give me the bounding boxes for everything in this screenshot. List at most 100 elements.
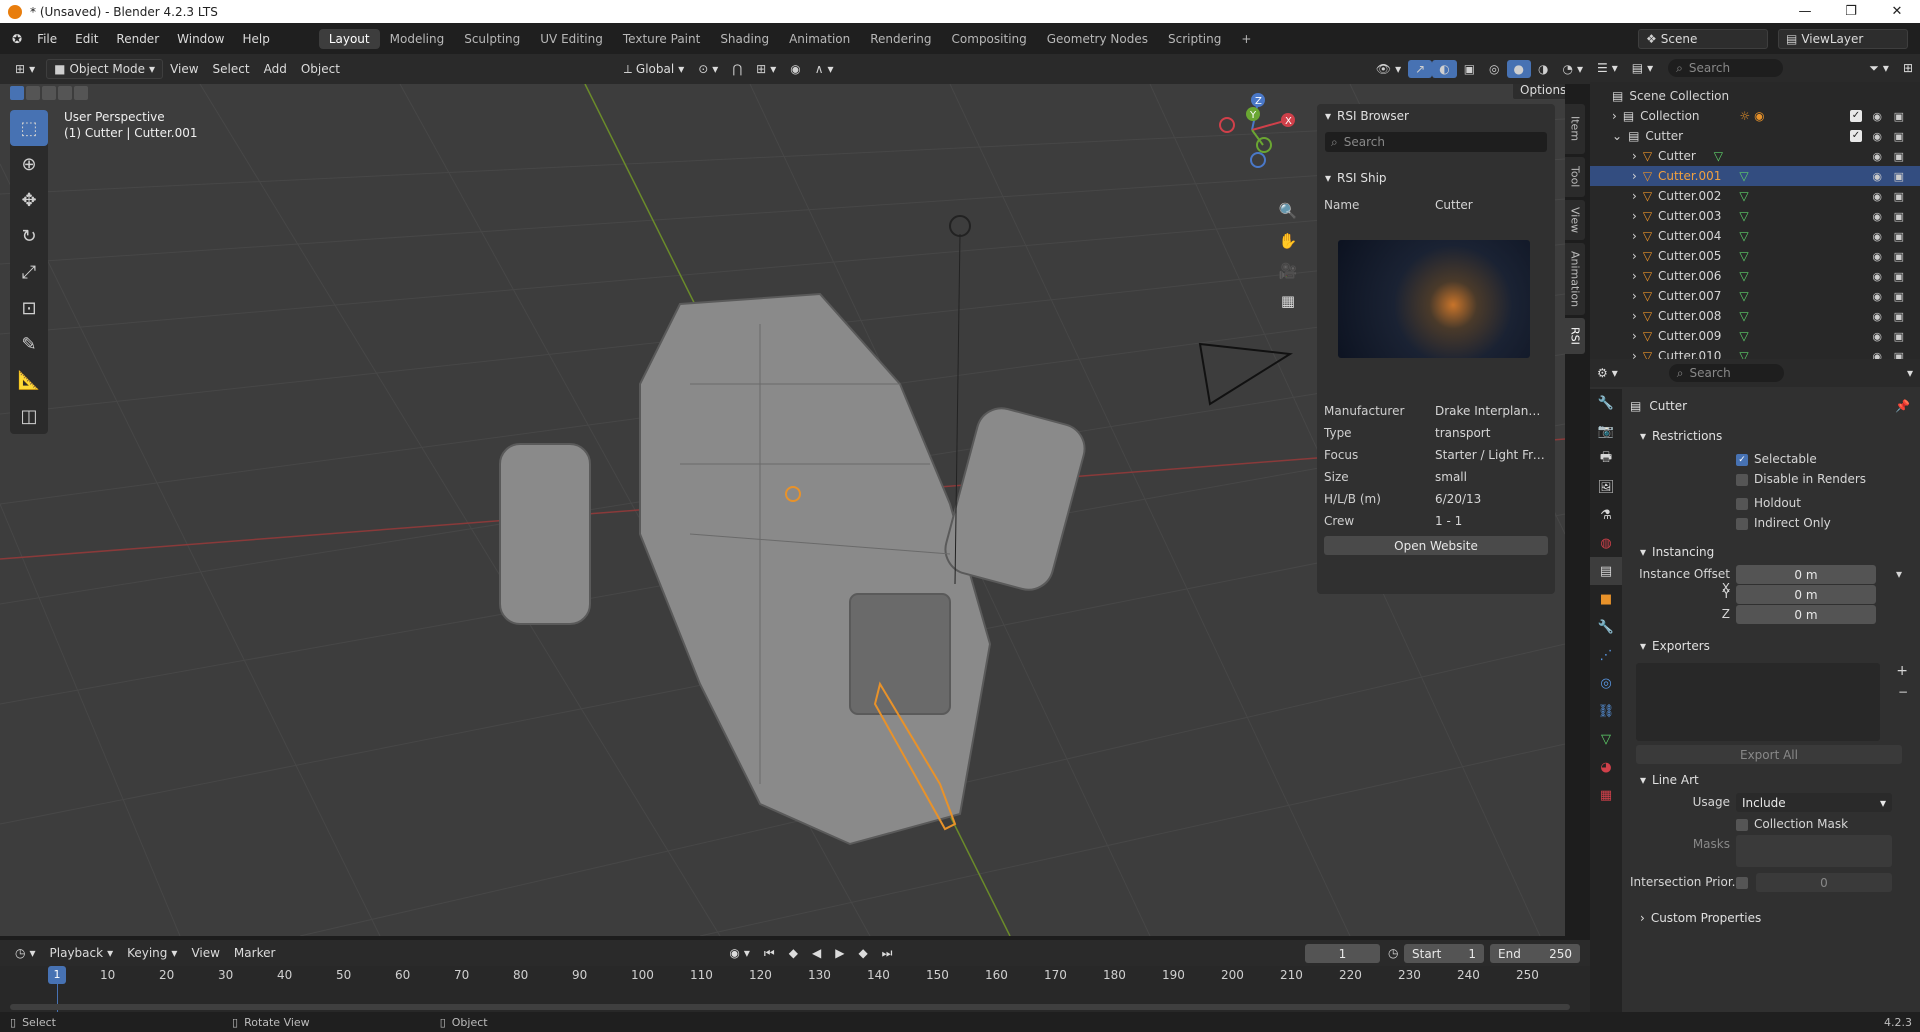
scene-tab-icon[interactable]: ⚗ <box>1590 501 1622 529</box>
restrictions-panel-header[interactable]: ▾ Restrictions <box>1630 423 1920 449</box>
open-website-button[interactable]: Open Website <box>1324 536 1548 555</box>
outliner-editor-type[interactable]: ☰ ▾ <box>1590 59 1625 77</box>
proportional-edit-toggle[interactable]: ◉ <box>783 60 807 78</box>
preview-range-icon[interactable]: ◷ <box>1388 946 1398 960</box>
eye-icon[interactable]: ◉ <box>1872 270 1882 283</box>
gizmo-toggle[interactable]: ↗ <box>1408 60 1433 78</box>
select-subtract-icon[interactable] <box>42 86 56 100</box>
menu-edit[interactable]: Edit <box>66 32 107 46</box>
tab-scripting[interactable]: Scripting <box>1158 29 1231 49</box>
mesh-data-tab-icon[interactable]: ▽ <box>1590 725 1622 753</box>
next-keyframe-button[interactable]: ◆ <box>851 944 874 962</box>
blender-menu-icon[interactable]: ✪ <box>12 32 22 46</box>
particles-icon[interactable]: ⋰ <box>1590 641 1622 669</box>
expand-arrow-icon[interactable]: › <box>1612 109 1617 123</box>
add-workspace-button[interactable]: + <box>1231 29 1261 49</box>
properties-search-input[interactable]: ⌕ Search <box>1668 364 1784 382</box>
exporters-list[interactable] <box>1636 663 1880 741</box>
timeline-editor-type[interactable]: ◷ ▾ <box>8 944 43 962</box>
select-menu[interactable]: Select <box>206 60 257 78</box>
select-box-tool-icon[interactable]: ⬚ <box>10 110 48 146</box>
orientation-selector[interactable]: ⟂ Global ▾ <box>617 60 691 79</box>
camera-view-icon[interactable]: 🎥 <box>1275 256 1301 286</box>
rotate-tool-icon[interactable]: ↻ <box>10 218 48 254</box>
rsi-search-input[interactable]: ⌕ Search <box>1325 132 1547 152</box>
tab-view[interactable]: View <box>1565 200 1585 240</box>
camera-icon[interactable]: ▣ <box>1894 250 1904 263</box>
transform-tool-icon[interactable]: ⊡ <box>10 290 48 326</box>
remove-exporter-button[interactable]: − <box>1898 685 1908 699</box>
cutter-collection-row[interactable]: ⌄ ▤ Cutter ✓ ◉ ▣ <box>1590 126 1920 146</box>
menu-file[interactable]: File <box>28 32 66 46</box>
expand-arrow-icon[interactable]: › <box>1632 249 1637 263</box>
shading-rendered[interactable]: ◔ ▾ <box>1555 60 1590 78</box>
pin-icon[interactable]: 📌 <box>1895 399 1910 413</box>
snap-options[interactable]: ⊞ ▾ <box>749 60 783 78</box>
ortho-grid-icon[interactable]: ▦ <box>1275 286 1301 316</box>
scale-tool-icon[interactable]: ⤢ <box>10 254 48 290</box>
expand-arrow-icon[interactable]: › <box>1632 169 1637 183</box>
xray-toggle[interactable]: ▣ <box>1457 60 1482 78</box>
outliner-object-row[interactable]: › ▽ Cutter.007 ▽ ◉ ▣ <box>1590 286 1920 306</box>
outliner-object-row[interactable]: › ▽ Cutter ▽ ◉ ▣ <box>1590 146 1920 166</box>
auto-keying-toggle[interactable]: ◉ ▾ <box>722 944 757 962</box>
masks-grid[interactable] <box>1736 835 1892 867</box>
timeline-view-menu[interactable]: View <box>184 944 226 962</box>
playhead[interactable]: 1 <box>48 966 66 984</box>
editor-type-button[interactable]: ⊞ ▾ <box>8 60 42 78</box>
add-exporter-button[interactable]: + <box>1896 663 1908 679</box>
world-icon[interactable]: ◍ <box>1590 529 1622 557</box>
collapse-arrow-icon[interactable]: ⌄ <box>1612 129 1622 143</box>
animate-dropdown[interactable]: ▾ <box>1896 567 1902 581</box>
tool-settings-icon[interactable]: 🔧 <box>1590 389 1622 417</box>
shading-material[interactable]: ◑ <box>1531 60 1555 78</box>
offset-x-field[interactable]: 0 m <box>1736 565 1876 584</box>
options-button[interactable]: Options <box>1512 84 1565 100</box>
outliner-object-row[interactable]: › ▽ Cutter.006 ▽ ◉ ▣ <box>1590 266 1920 286</box>
add-menu[interactable]: Add <box>257 60 294 78</box>
camera-icon[interactable]: ▣ <box>1894 170 1904 183</box>
frame-ruler[interactable]: 1102030405060708090100110120130140150160… <box>0 966 1590 986</box>
view-menu[interactable]: View <box>163 60 205 78</box>
collection-tab-icon[interactable]: ▤ <box>1590 557 1622 585</box>
shading-solid[interactable]: ● <box>1506 60 1531 78</box>
tab-tool[interactable]: Tool <box>1565 157 1585 197</box>
tab-shading[interactable]: Shading <box>710 29 779 49</box>
minimize-button[interactable]: — <box>1782 0 1828 23</box>
offset-y-field[interactable]: 0 m <box>1736 585 1876 604</box>
texture-icon[interactable]: ▦ <box>1590 781 1622 809</box>
maximize-button[interactable]: ❐ <box>1828 0 1874 23</box>
camera-icon[interactable]: ▣ <box>1894 150 1904 163</box>
include-checkbox[interactable]: ✓ <box>1850 130 1862 142</box>
marker-menu[interactable]: Marker <box>227 944 282 962</box>
line-art-panel-header[interactable]: ▾ Line Art <box>1630 767 1920 793</box>
timeline-scrollbar[interactable] <box>10 1004 1570 1010</box>
usage-dropdown[interactable]: Include ▾ <box>1736 793 1892 812</box>
eye-icon[interactable]: ◉ <box>1872 110 1882 123</box>
expand-arrow-icon[interactable]: › <box>1632 149 1637 163</box>
display-mode-selector[interactable]: ▤ ▾ <box>1625 59 1660 77</box>
pivot-selector[interactable]: ⊙ ▾ <box>691 60 725 78</box>
tab-compositing[interactable]: Compositing <box>942 29 1037 49</box>
eye-icon[interactable]: ◉ <box>1872 130 1882 143</box>
pan-hand-icon[interactable]: ✋ <box>1275 226 1301 256</box>
tab-uv-editing[interactable]: UV Editing <box>530 29 613 49</box>
expand-arrow-icon[interactable]: › <box>1632 189 1637 203</box>
include-checkbox[interactable]: ✓ <box>1850 110 1862 122</box>
object-menu[interactable]: Object <box>294 60 347 78</box>
select-invert-icon[interactable] <box>58 86 72 100</box>
add-cube-tool-icon[interactable]: ◫ <box>10 398 48 434</box>
view-layer-selector[interactable]: ▤ ViewLayer <box>1778 28 1908 49</box>
tab-layout[interactable]: Layout <box>318 28 380 49</box>
modifier-icon[interactable]: 🔧 <box>1590 613 1622 641</box>
tab-modeling[interactable]: Modeling <box>380 29 455 49</box>
exporters-panel-header[interactable]: ▾ Exporters <box>1630 633 1920 659</box>
view-layer-tab-icon[interactable]: 🖼 <box>1590 473 1622 501</box>
collection-mask-checkbox[interactable]: Collection Mask <box>1736 817 1848 831</box>
offset-z-field[interactable]: 0 m <box>1736 605 1876 624</box>
camera-icon[interactable]: ▣ <box>1894 310 1904 323</box>
menu-window[interactable]: Window <box>168 32 233 46</box>
shading-wireframe[interactable]: ◎ <box>1482 60 1506 78</box>
current-frame-field[interactable]: 1 <box>1305 944 1380 963</box>
physics-icon[interactable]: ◎ <box>1590 669 1622 697</box>
